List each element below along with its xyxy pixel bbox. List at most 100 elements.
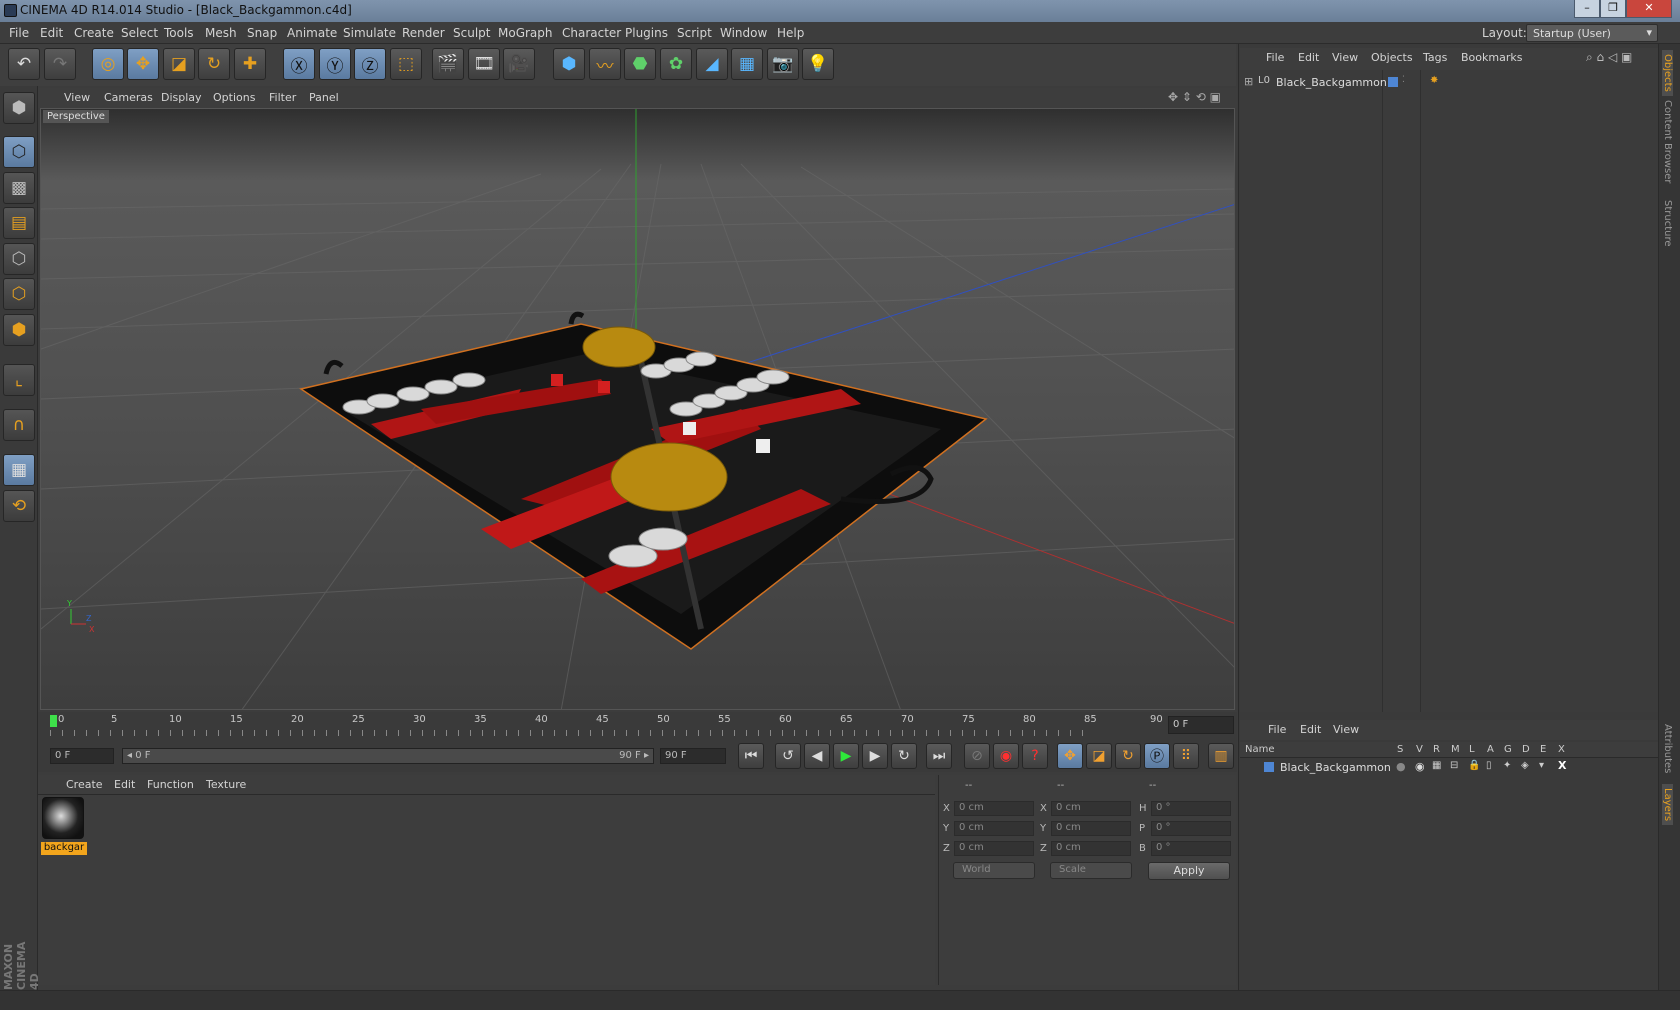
viewport-menu-options[interactable]: Options (213, 91, 255, 104)
menu-select[interactable]: Select (121, 26, 158, 40)
camera-icon[interactable]: 📷 (767, 48, 799, 80)
menu-mesh[interactable]: Mesh (205, 26, 237, 40)
tab-structure[interactable]: Structure (1662, 200, 1673, 247)
menu-sculpt[interactable]: Sculpt (453, 26, 490, 40)
perspective-viewport[interactable]: Y Z X (40, 108, 1235, 710)
material-menu-function[interactable]: Function (147, 778, 194, 791)
deformer-icon[interactable]: ◢ (696, 48, 728, 80)
coord-pos-x-field[interactable]: 0 cm (954, 801, 1034, 816)
coord-rot-b-field[interactable]: 0 ° (1151, 841, 1231, 856)
model-mode-icon[interactable]: ⬡ (3, 136, 35, 168)
menu-create[interactable]: Create (74, 26, 114, 40)
deformers-icon[interactable]: ◈ (1521, 760, 1529, 771)
layer-name[interactable]: Black_Backgammon (1280, 761, 1391, 774)
current-frame-field[interactable]: 0 F (1168, 716, 1234, 734)
menu-help[interactable]: Help (777, 26, 804, 40)
rotate-tool-icon[interactable]: ↻ (198, 48, 230, 80)
planar-workplane-icon[interactable]: ⟲ (3, 490, 35, 522)
playhead-marker[interactable] (50, 715, 57, 727)
viewport-navigation-icons[interactable]: ✥ ⇕ ⟲ ▣ (1168, 90, 1221, 104)
object-menu-tags[interactable]: Tags (1423, 51, 1447, 64)
texture-mode-icon[interactable]: ▩ (3, 172, 35, 204)
go-to-start-icon[interactable]: ⏮ (738, 743, 764, 769)
layer-color-icon[interactable] (1388, 77, 1398, 87)
edges-mode-icon[interactable]: ⬡ (3, 278, 35, 310)
key-rotation-icon[interactable]: ↻ (1115, 743, 1141, 769)
go-to-end-icon[interactable]: ⏭ (926, 743, 952, 769)
tab-attributes[interactable]: Attributes (1662, 724, 1673, 773)
next-key-icon[interactable]: ↻ (891, 743, 917, 769)
nurbs-icon[interactable]: ⬣ (624, 48, 656, 80)
end-frame-field[interactable]: 90 F (660, 748, 726, 764)
keyframe-selection-icon[interactable]: ? (1022, 743, 1048, 769)
layout-select[interactable]: Startup (User) ▾ (1526, 24, 1658, 42)
coord-rot-h-field[interactable]: 0 ° (1151, 801, 1231, 816)
expand-icon[interactable]: ⊞ (1244, 75, 1253, 88)
key-parameter-icon[interactable]: Ⓟ (1144, 743, 1170, 769)
render-settings-icon[interactable]: 🎥 (503, 48, 535, 80)
coord-pos-y-field[interactable]: 0 cm (954, 821, 1034, 836)
live-selection-icon[interactable]: ◎ (92, 48, 124, 80)
layer-color-swatch[interactable] (1264, 762, 1274, 772)
render-icon[interactable]: ▦ (1432, 760, 1441, 771)
object-manager-search-icons[interactable]: ⌕ ⌂ ◁ ▣ (1586, 50, 1632, 65)
coord-size-y-field[interactable]: 0 cm (1051, 821, 1131, 836)
menu-window[interactable]: Window (720, 26, 767, 40)
object-name[interactable]: Black_Backgammon (1276, 76, 1387, 89)
render-view-icon[interactable]: 🎬 (432, 48, 464, 80)
menu-render[interactable]: Render (402, 26, 445, 40)
material-menu-texture[interactable]: Texture (206, 778, 246, 791)
recent-tool-icon[interactable]: ✚ (234, 48, 266, 80)
material-menu-create[interactable]: Create (66, 778, 103, 791)
timeline-window-icon[interactable]: ▥ (1208, 743, 1234, 769)
frame-range-slider[interactable]: ◂ 0 F 90 F ▸ (122, 748, 654, 764)
make-editable-icon[interactable]: ⬢ (3, 92, 35, 124)
solo-icon[interactable]: ● (1396, 760, 1406, 773)
material-menu-edit[interactable]: Edit (114, 778, 135, 791)
layer-menu-file[interactable]: File (1268, 723, 1286, 736)
generators-icon[interactable]: ✦ (1503, 760, 1511, 771)
eye-icon[interactable]: ◉ (1415, 760, 1425, 773)
viewport-menu-panel[interactable]: Panel (309, 91, 339, 104)
key-scale-icon[interactable]: ◪ (1086, 743, 1112, 769)
mograph-cloner-icon[interactable]: ✿ (660, 48, 692, 80)
object-menu-edit[interactable]: Edit (1298, 51, 1319, 64)
menu-file[interactable]: File (9, 26, 29, 40)
tab-layers[interactable]: Layers (1662, 784, 1673, 826)
coordinate-system-icon[interactable]: ⬚ (390, 48, 422, 80)
previous-key-icon[interactable]: ↺ (775, 743, 801, 769)
coord-rot-p-field[interactable]: 0 ° (1151, 821, 1231, 836)
viewport-menu-cameras[interactable]: Cameras (104, 91, 153, 104)
workplane-mode-icon[interactable]: ▤ (3, 207, 35, 239)
tab-content-browser[interactable]: Content Browser (1662, 100, 1673, 183)
snap-magnet-icon[interactable]: ∩ (3, 409, 35, 441)
menu-simulate[interactable]: Simulate (343, 26, 396, 40)
autokey-icon[interactable]: ◉ (993, 743, 1019, 769)
key-position-icon[interactable]: ✥ (1057, 743, 1083, 769)
object-menu-objects[interactable]: Objects (1371, 51, 1413, 64)
material-thumbnail[interactable] (42, 797, 84, 839)
layer-menu-view[interactable]: View (1333, 723, 1359, 736)
object-menu-view[interactable]: View (1332, 51, 1358, 64)
points-mode-icon[interactable]: ⬡ (3, 243, 35, 275)
coord-size-z-field[interactable]: 0 cm (1051, 841, 1131, 856)
layer-row[interactable]: Black_Backgammon ● ◉ ▦ ⊟ 🔒 ▯ ✦ ◈ ▾ X (1240, 759, 1658, 776)
menu-script[interactable]: Script (677, 26, 712, 40)
cube-primitive-icon[interactable]: ⬢ (553, 48, 585, 80)
material-name[interactable]: backgar (41, 842, 87, 855)
undo-icon[interactable]: ↶ (8, 48, 40, 80)
z-axis-lock-icon[interactable]: Ⓩ (354, 48, 386, 80)
lock-icon[interactable]: 🔒 (1468, 760, 1480, 771)
floor-scene-icon[interactable]: ▦ (731, 48, 763, 80)
menu-animate[interactable]: Animate (287, 26, 337, 40)
animation-icon[interactable]: ▯ (1486, 760, 1492, 771)
axis-mode-icon[interactable]: ⌞ (3, 364, 35, 396)
timeline-ruler[interactable]: 0 5 10 15 20 25 30 35 40 45 50 55 60 65 … (38, 712, 1237, 740)
render-picture-viewer-icon[interactable]: 🎞 (468, 48, 500, 80)
viewport-menu-filter[interactable]: Filter (269, 91, 296, 104)
viewport-menu-display[interactable]: Display (161, 91, 202, 104)
menu-mograph[interactable]: MoGraph (498, 26, 553, 40)
workplane-lock-icon[interactable]: ▦ (3, 454, 35, 486)
visibility-dots-icon[interactable]: ⁚ (1402, 75, 1405, 85)
spline-pen-icon[interactable]: 〰 (589, 48, 621, 80)
